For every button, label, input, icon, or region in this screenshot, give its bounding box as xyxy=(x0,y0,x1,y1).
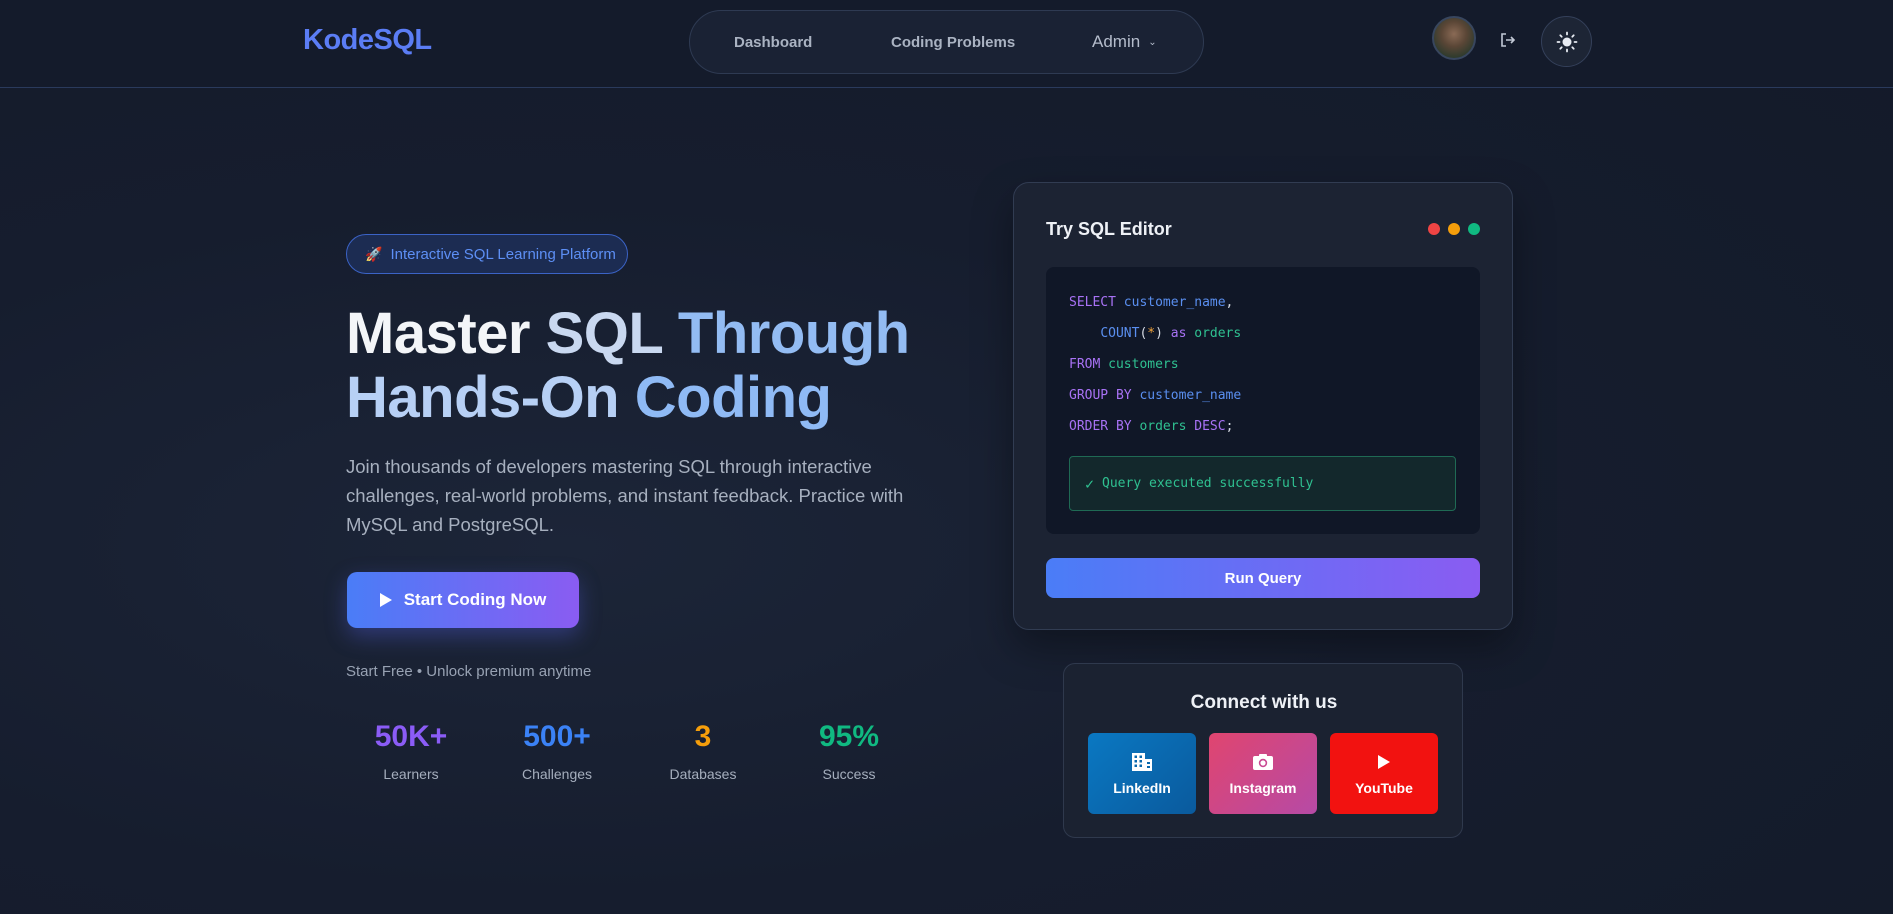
yellow-dot xyxy=(1448,223,1460,235)
code-line-3: FROM customers xyxy=(1069,357,1179,372)
user-avatar[interactable] xyxy=(1432,16,1476,60)
brand-logo[interactable]: KodeSQL xyxy=(303,24,432,57)
stat-label: Challenges xyxy=(521,766,593,782)
stat-value: 500+ xyxy=(523,720,591,753)
code-editor[interactable]: SELECT customer_name, COUNT(*) as orders… xyxy=(1046,267,1480,534)
hero-description: Join thousands of developers mastering S… xyxy=(346,456,904,535)
building-icon xyxy=(1131,752,1153,772)
code-line-1: SELECT customer_name, xyxy=(1069,295,1234,310)
stat-value: 95% xyxy=(818,720,880,753)
stat-value: 3 xyxy=(694,720,712,753)
editor-title: Try SQL Editor xyxy=(1046,219,1172,239)
code-line-5: ORDER BY orders DESC; xyxy=(1069,419,1234,434)
logout-icon[interactable] xyxy=(1498,30,1518,50)
run-query-button[interactable]: Run Query xyxy=(1046,558,1480,598)
title-word-hands-on: Hands-On xyxy=(346,365,620,430)
check-icon: ✓ xyxy=(1085,474,1095,493)
start-coding-button[interactable]: Start Coding Now xyxy=(347,572,579,628)
query-status-text: Query executed successfully xyxy=(1102,476,1314,491)
youtube-button[interactable]: YouTube xyxy=(1330,733,1438,814)
stat-databases: 3 Databases xyxy=(638,720,768,782)
nav-dashboard-link[interactable]: Dashboard xyxy=(734,34,812,51)
admin-label: Admin xyxy=(1092,32,1141,51)
stat-label: Databases xyxy=(669,766,737,782)
stat-label: Learners xyxy=(383,766,439,782)
stat-value: 50K+ xyxy=(374,720,448,753)
title-word-through: Through xyxy=(677,301,910,366)
green-dot xyxy=(1468,223,1480,235)
title-word-master: Master xyxy=(346,301,530,366)
social-card: Connect with us LinkedIn Instagram YouTu… xyxy=(1063,663,1463,838)
stat-label: Success xyxy=(822,766,876,782)
red-dot xyxy=(1428,223,1440,235)
nav-admin-dropdown[interactable]: Admin ⌄ xyxy=(1092,32,1157,52)
sun-icon xyxy=(1556,31,1577,52)
play-icon xyxy=(379,593,392,607)
stat-success: 95% Success xyxy=(784,720,914,782)
instagram-label: Instagram xyxy=(1229,779,1297,796)
social-title: Connect with us xyxy=(1190,692,1338,713)
sql-editor-card: Try SQL Editor SELECT customer_name, COU… xyxy=(1013,182,1513,630)
badge-label: Interactive SQL Learning Platform xyxy=(390,245,616,263)
start-coding-label: Start Coding Now xyxy=(403,590,547,609)
navbar: KodeSQL Dashboard Coding Problems Admin ⌄ xyxy=(0,0,1893,88)
code-line-2: COUNT(*) as orders xyxy=(1100,326,1242,341)
stat-learners: 50K+ Learners xyxy=(346,720,476,782)
nav-coding-problems-link[interactable]: Coding Problems xyxy=(891,34,1015,51)
hero-title: Master SQL Through Hands-On Coding xyxy=(346,302,946,430)
play-icon xyxy=(1377,752,1391,772)
instagram-button[interactable]: Instagram xyxy=(1209,733,1317,814)
window-dots xyxy=(1428,223,1480,235)
camera-icon xyxy=(1252,752,1274,772)
query-status: ✓ Query executed successfully xyxy=(1069,456,1456,511)
linkedin-button[interactable]: LinkedIn xyxy=(1088,733,1196,814)
pricing-note: Start Free • Unlock premium anytime xyxy=(346,663,592,680)
stat-challenges: 500+ Challenges xyxy=(492,720,622,782)
platform-badge: 🚀 Interactive SQL Learning Platform xyxy=(346,234,628,274)
title-word-coding: Coding xyxy=(634,365,832,430)
youtube-label: YouTube xyxy=(1355,779,1413,796)
chevron-down-icon: ⌄ xyxy=(1148,37,1157,48)
code-line-4: GROUP BY customer_name xyxy=(1069,388,1242,403)
linkedin-label: LinkedIn xyxy=(1113,779,1171,796)
nav-menu: Dashboard Coding Problems Admin ⌄ xyxy=(689,10,1204,74)
title-word-sql: SQL xyxy=(545,301,663,366)
rocket-icon: 🚀 xyxy=(365,245,383,262)
theme-toggle-button[interactable] xyxy=(1541,16,1592,67)
